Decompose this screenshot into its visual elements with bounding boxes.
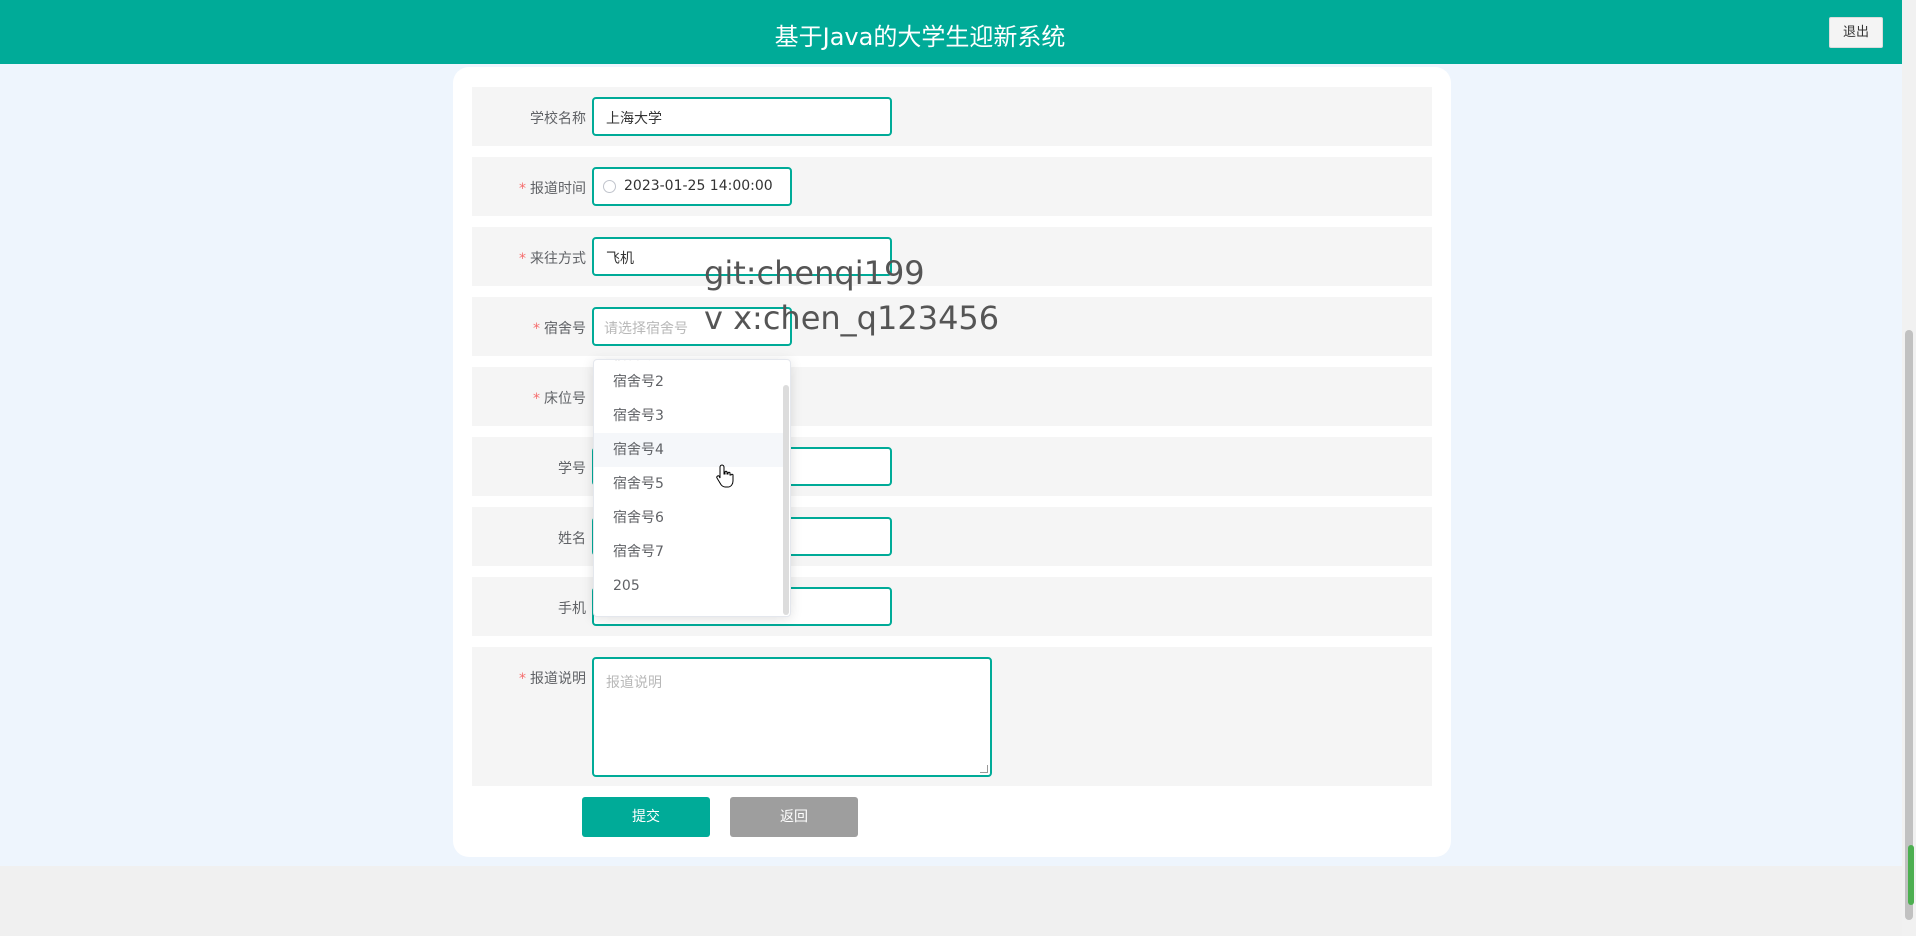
page-footer-area [0, 866, 1902, 936]
dorm-placeholder: 请选择宿舍号 [604, 321, 688, 337]
dorm-option-hovered[interactable]: 宿舍号4 [594, 433, 784, 467]
report-time-picker[interactable]: 2023-01-25 14:00:00 [592, 167, 792, 206]
report-note-placeholder: 报道说明 [606, 675, 662, 691]
school-name-input[interactable]: 上海大学 [592, 97, 892, 136]
dorm-label: * 宿舍号 [533, 321, 586, 337]
dorm-option[interactable]: 宿舍号2 [594, 365, 784, 399]
app-title: 基于Java的大学生迎新系统 [774, 23, 1066, 51]
back-button[interactable]: 返回 [730, 797, 858, 837]
report-time-value: 2023-01-25 14:00:00 [624, 178, 773, 194]
school-name-label: 学校名称 [530, 111, 586, 127]
clock-icon [603, 180, 616, 193]
dorm-option[interactable]: 205 [594, 569, 784, 603]
dorm-option[interactable]: 宿舍号5 [594, 467, 784, 501]
report-note-textarea[interactable]: 报道说明 [592, 657, 992, 777]
submit-button[interactable]: 提交 [582, 797, 710, 837]
watermark-line-1: git:chenqi199 [704, 254, 925, 292]
report-time-label: * 报道时间 [519, 181, 586, 197]
dorm-dropdown: 宿舍号1 宿舍号2 宿舍号3 宿舍号4 宿舍号5 宿舍号6 宿舍号7 205 [593, 359, 791, 617]
scrollbar-indicator [1908, 845, 1914, 905]
hand-cursor-icon [716, 464, 734, 488]
bed-label: * 床位号 [533, 391, 586, 407]
student-id-label: 学号 [558, 461, 586, 477]
top-header: 基于Java的大学生迎新系统 退出 [0, 0, 1902, 64]
dorm-option[interactable]: 宿舍号3 [594, 399, 784, 433]
page-scrollbar-thumb[interactable] [1905, 330, 1913, 920]
resize-handle-icon[interactable] [980, 765, 988, 773]
school-name-value: 上海大学 [606, 111, 662, 127]
dorm-option[interactable]: 宿舍号6 [594, 501, 784, 535]
logout-button[interactable]: 退出 [1829, 17, 1883, 48]
report-note-label: * 报道说明 [519, 671, 586, 687]
dorm-option[interactable]: 宿舍号7 [594, 535, 784, 569]
transport-value: 飞机 [606, 251, 634, 267]
phone-label: 手机 [558, 601, 586, 617]
watermark-line-2: v x:chen_q123456 [704, 299, 1000, 337]
dropdown-scrollbar[interactable] [783, 385, 789, 615]
transport-label: * 来往方式 [519, 251, 586, 267]
name-label: 姓名 [558, 531, 586, 547]
